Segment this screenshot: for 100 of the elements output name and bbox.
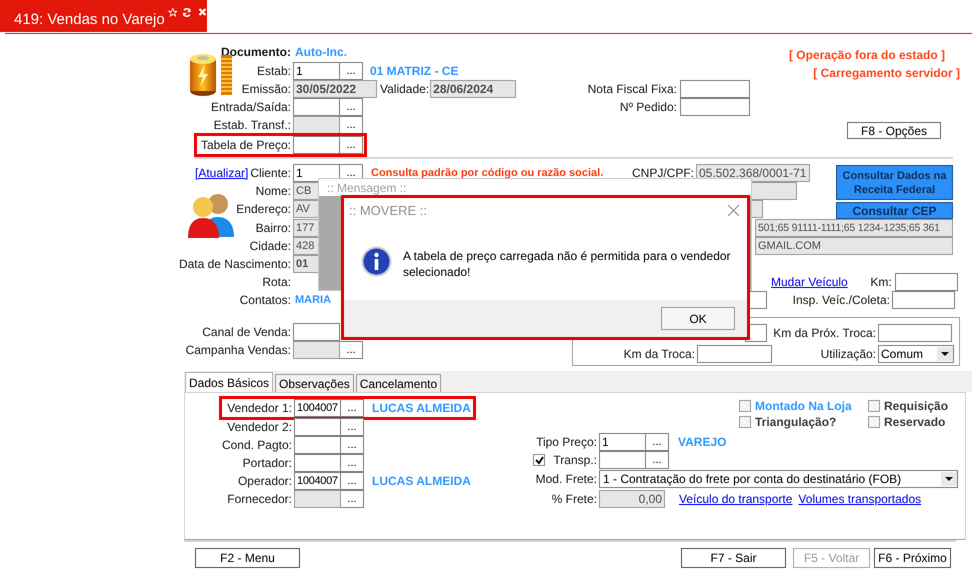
lookup-button[interactable]: ... xyxy=(341,472,364,490)
star-icon[interactable] xyxy=(168,6,178,19)
cep-button[interactable]: Consultar CEP xyxy=(836,202,953,219)
footer-button[interactable]: F2 - Menu xyxy=(195,548,300,568)
field-label: Cond. Pagto: xyxy=(222,437,292,454)
field-label: Km da Troca: xyxy=(624,346,695,363)
input-field[interactable]: 1 xyxy=(293,62,340,80)
field-label: Nº Pedido: xyxy=(620,99,677,116)
vehicle-link[interactable]: Mudar Veículo xyxy=(771,273,848,291)
lookup-button[interactable]: ... xyxy=(340,62,363,80)
tab[interactable]: Cancelamento xyxy=(356,374,442,392)
input-field[interactable] xyxy=(599,451,646,469)
lookup-button[interactable]: ... xyxy=(340,136,363,154)
field-label: Utilização: xyxy=(820,346,876,363)
input-field[interactable] xyxy=(680,80,750,98)
field-label: Nome: xyxy=(256,183,291,200)
field-label: Mod. Frete: xyxy=(536,471,597,488)
transport-link[interactable]: Volumes transportados xyxy=(798,490,922,508)
field-label: Portador: xyxy=(242,455,292,472)
field-label: Canal de Venda: xyxy=(202,324,291,341)
lookup-button[interactable]: ... xyxy=(646,451,669,469)
lookup-button[interactable]: ... xyxy=(341,454,364,472)
field-label: Bairro: xyxy=(256,220,291,237)
close-icon[interactable] xyxy=(728,205,739,216)
dialog-title: :: Mensagem :: xyxy=(327,181,406,195)
input-field[interactable] xyxy=(293,323,340,341)
dialog-message: A tabela de preço carregada não é permitida para o vendedor selecionado! xyxy=(403,248,732,280)
input-field[interactable] xyxy=(294,454,341,472)
receita-button[interactable]: Consultar Dados na Receita Federal xyxy=(836,165,953,200)
tab[interactable]: Observações xyxy=(275,374,354,392)
field-label: Cidade: xyxy=(250,238,291,255)
checkbox[interactable] xyxy=(739,416,751,428)
description-text: LUCAS ALMEIDA xyxy=(372,473,471,490)
info-icon xyxy=(361,246,392,277)
input-field[interactable] xyxy=(892,291,955,309)
field-label: Km: xyxy=(870,274,892,291)
input-field[interactable] xyxy=(878,324,952,342)
field-label: Estab. Transf.: xyxy=(214,117,291,134)
refresh-icon[interactable] xyxy=(182,6,192,19)
refresh-link[interactable]: [Atualizar] xyxy=(195,164,248,182)
input-field[interactable] xyxy=(697,345,772,363)
options-button[interactable]: F8 - Opções xyxy=(847,122,941,139)
input-field[interactable]: 501;65 91111-1111;65 1234-1235;65 361 xyxy=(755,219,953,237)
input-field[interactable] xyxy=(680,98,750,116)
field-label: Tabela de Preço: xyxy=(200,137,291,154)
field-label: Operador: xyxy=(238,473,292,490)
ok-button[interactable]: OK xyxy=(661,307,735,330)
notice-text: [ Operação fora do estado ] xyxy=(788,47,945,64)
field-label: Cliente: xyxy=(250,165,291,182)
input-field[interactable]: GMAIL.COM xyxy=(755,237,953,255)
field-label: Insp. Veíc./Coleta: xyxy=(792,292,890,309)
lookup-button[interactable]: ... xyxy=(646,433,669,451)
checkbox[interactable] xyxy=(533,454,545,466)
field-label: Transp.: xyxy=(553,452,597,469)
checkbox[interactable] xyxy=(868,416,880,428)
lookup-button[interactable]: ... xyxy=(341,418,364,436)
footer-button[interactable]: F6 - Próximo xyxy=(874,548,951,568)
input-field[interactable] xyxy=(294,436,341,454)
input-field[interactable]: 1 xyxy=(293,164,340,182)
document-value: Auto-Inc. xyxy=(295,44,347,61)
field-label: Fornecedor: xyxy=(227,491,292,508)
input-field[interactable] xyxy=(894,273,958,291)
lookup-button[interactable]: ... xyxy=(340,98,363,116)
checkbox[interactable] xyxy=(739,400,751,412)
freight-select[interactable]: 1 - Contratação do frete por conta do destinatário (FOB) xyxy=(599,470,958,488)
field-label: Vendedor 1: xyxy=(227,400,292,416)
description-text: VAREJO xyxy=(678,434,726,451)
input-field[interactable] xyxy=(293,136,340,154)
field-label: Campanha Vendas: xyxy=(186,342,291,359)
notice-text: [ Carregamento servidor ] xyxy=(813,65,960,82)
input-field[interactable]: 1004007 xyxy=(294,398,341,416)
field-label: Km da Próx. Troca: xyxy=(773,325,876,342)
checkbox-label: Requisição xyxy=(884,398,948,415)
tab[interactable]: Dados Básicos xyxy=(185,372,274,392)
field-label: % Frete: xyxy=(552,491,597,508)
transport-link[interactable]: Veículo do transporte xyxy=(679,490,792,508)
input-field[interactable]: 1 xyxy=(599,433,646,451)
input-field[interactable] xyxy=(293,98,340,116)
footer-button[interactable]: F7 - Sair xyxy=(681,548,786,568)
field-label: Documento: xyxy=(221,44,291,61)
field-label: Tipo Preço: xyxy=(536,434,597,451)
field-label: Nota Fiscal Fixa: xyxy=(588,81,677,98)
description-text: MARIA xyxy=(295,292,332,308)
field-label: Validade: xyxy=(380,82,430,96)
window-tab[interactable]: 419: Vendas no Varejo xyxy=(0,0,207,32)
dialog-title: :: MOVERE :: xyxy=(349,202,428,220)
field-label: Emissão: xyxy=(242,81,291,98)
field-label: CNPJ/CPF: xyxy=(632,165,694,182)
input-field[interactable]: 1004007 xyxy=(294,472,341,490)
lookup-button[interactable]: ... xyxy=(341,436,364,454)
field-label: Contatos: xyxy=(240,292,291,309)
field-label: Vendedor 2: xyxy=(227,419,292,436)
input-field[interactable] xyxy=(294,418,341,436)
checkbox-label: Triangulação? xyxy=(755,414,836,431)
description-text: LUCAS ALMEIDA xyxy=(372,400,471,416)
lookup-button[interactable]: ... xyxy=(341,398,364,416)
checkbox-label: Montado Na Loja xyxy=(755,398,852,415)
usage-select[interactable]: Comum xyxy=(878,345,954,363)
field-label: Entrada/Saída: xyxy=(210,99,291,116)
checkbox[interactable] xyxy=(868,400,880,412)
